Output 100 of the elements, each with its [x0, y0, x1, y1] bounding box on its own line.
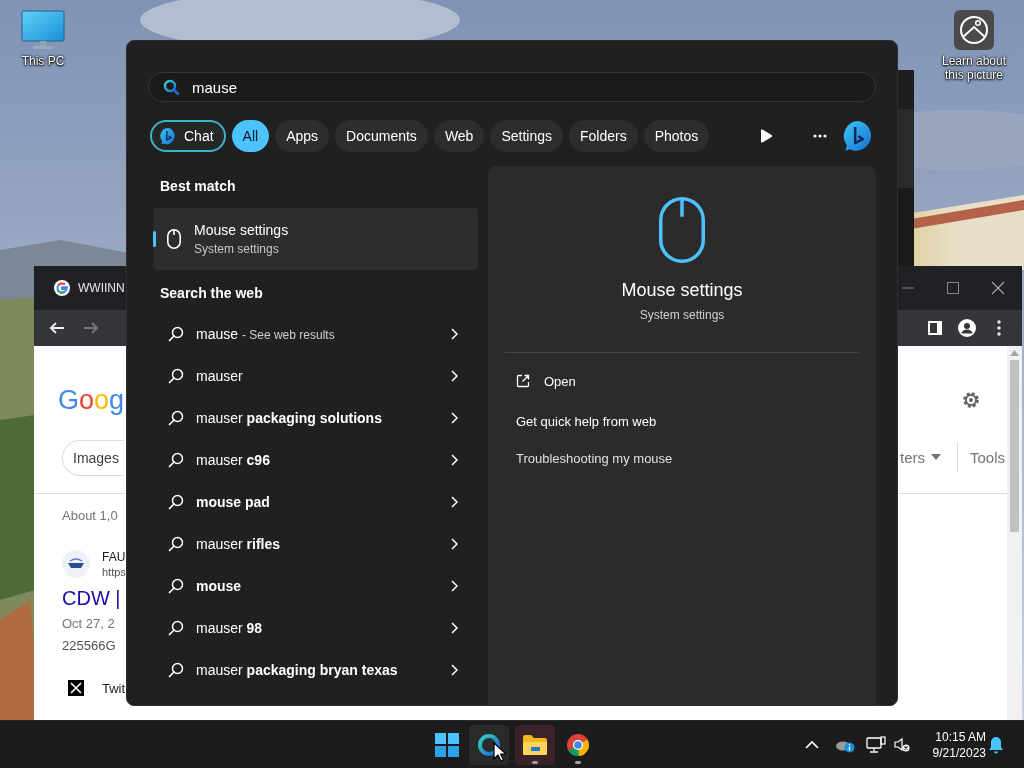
- result-title-link[interactable]: CDW |: [62, 585, 121, 611]
- chevron-right-icon: [451, 664, 458, 676]
- preview-subtitle: System settings: [639, 307, 725, 323]
- landscape-info-icon: [954, 10, 994, 50]
- site-name: FAU: [102, 549, 126, 565]
- web-result[interactable]: mauser packaging solutions: [153, 397, 478, 439]
- network-button[interactable]: [866, 735, 886, 754]
- maximize-button[interactable]: [944, 279, 962, 297]
- web-result[interactable]: mauser packaging bryan texas: [153, 649, 478, 691]
- best-match-item[interactable]: Mouse settings System settings: [153, 208, 478, 270]
- help-heading: Get quick help from web: [516, 414, 657, 430]
- chevron-right-icon: [451, 538, 458, 550]
- search-icon: [168, 620, 184, 636]
- windows-logo-icon: [435, 732, 459, 757]
- close-icon: [991, 281, 1005, 295]
- forward-arrow-icon: [83, 320, 99, 336]
- search-icon: [168, 536, 184, 552]
- filter-tab[interactable]: Apps: [275, 120, 330, 152]
- search-icon: [168, 368, 184, 384]
- result-snippet: 225566G: [62, 637, 116, 655]
- chevron-right-icon: [451, 580, 458, 592]
- side-panel-icon: [927, 320, 943, 336]
- site-name: Twit: [102, 680, 126, 696]
- bell-icon: [988, 735, 1004, 754]
- chevron-right-icon: [451, 328, 458, 340]
- taskbar-app-button[interactable]: [515, 724, 555, 765]
- more-icon: [813, 134, 827, 138]
- search-icon: [168, 494, 184, 510]
- taskbar-app-button[interactable]: [469, 724, 509, 765]
- help-link[interactable]: Troubleshooting my mouse: [516, 451, 673, 467]
- chevron-right-icon: [451, 412, 458, 424]
- person-icon: [958, 319, 976, 337]
- tab-title[interactable]: WWIINN: [78, 281, 125, 295]
- images-chip[interactable]: Images: [62, 440, 124, 476]
- mouse-icon: [659, 197, 705, 263]
- network-monitor-icon: [866, 735, 886, 754]
- chevron-up-icon: [804, 739, 820, 750]
- gear-icon: [960, 389, 982, 411]
- close-button[interactable]: [989, 279, 1007, 297]
- browser-logo-icon: [566, 732, 590, 757]
- search-icon: [168, 662, 184, 678]
- notifications-button[interactable]: [988, 735, 1004, 754]
- search-icon: [168, 452, 184, 468]
- filter-tab[interactable]: Folders: [569, 120, 638, 152]
- result-date: Oct 27, 2: [62, 615, 115, 633]
- result-stats: About 1,0: [62, 507, 118, 525]
- search-icon: [168, 578, 184, 594]
- volume-button[interactable]: [894, 736, 910, 753]
- g-logo-icon: [54, 280, 70, 296]
- web-result[interactable]: mause - See web results: [153, 313, 478, 355]
- mouse-icon: [167, 229, 181, 249]
- search-field[interactable]: mause: [148, 72, 876, 102]
- chat-logo-icon: [160, 127, 178, 145]
- tools-button[interactable]: Tools: [970, 448, 1006, 466]
- web-result[interactable]: mouse: [153, 565, 478, 607]
- filter-tab[interactable]: All: [231, 120, 270, 152]
- open-action[interactable]: Open: [516, 371, 576, 391]
- section-heading: Best match: [160, 178, 236, 194]
- web-result[interactable]: mauser c96: [153, 439, 478, 481]
- clock-date[interactable]: 9/21/2023: [932, 744, 986, 761]
- play-icon: [760, 129, 772, 143]
- ring-icon: [477, 732, 501, 757]
- web-result[interactable]: mauser 98: [153, 607, 478, 649]
- chevron-right-icon: [451, 622, 458, 634]
- search-icon: [168, 410, 184, 426]
- open-external-icon: [516, 374, 530, 388]
- search-icon: [163, 79, 179, 95]
- mouse-pointer-icon: [493, 742, 506, 762]
- filter-tab[interactable]: Chat: [150, 120, 226, 152]
- chevron-right-icon: [451, 370, 458, 382]
- scrollbar[interactable]: [1007, 346, 1022, 720]
- section-heading: Search the web: [160, 285, 263, 301]
- filter-tab[interactable]: Documents: [335, 120, 428, 152]
- web-result[interactable]: mauser: [153, 355, 478, 397]
- side-panel-button[interactable]: [926, 319, 944, 337]
- clock-time[interactable]: 10:15 AM: [935, 728, 986, 745]
- preview-title: Mouse settings: [621, 279, 743, 302]
- x-mark-icon: [68, 680, 84, 696]
- search-logo: Goog: [58, 384, 125, 417]
- site-url: https: [102, 565, 126, 579]
- site-logo-icon: [62, 550, 90, 578]
- filter-tab[interactable]: Web: [433, 120, 485, 152]
- monitor-icon: [21, 10, 65, 50]
- maximize-icon: [947, 282, 959, 294]
- back-arrow-icon: [49, 320, 65, 336]
- web-result[interactable]: mouse pad: [153, 481, 478, 523]
- show-hidden-icons-button[interactable]: [804, 739, 820, 750]
- filter-tab[interactable]: Settings: [490, 120, 563, 152]
- more-vertical-icon: [997, 320, 1001, 336]
- dropdown-caret-icon: [931, 454, 941, 460]
- chevron-right-icon: [451, 454, 458, 466]
- profile-button[interactable]: [958, 319, 976, 337]
- folder-icon: [522, 733, 548, 756]
- filter-tab[interactable]: Photos: [643, 120, 710, 152]
- search-icon: [168, 326, 184, 342]
- chevron-right-icon: [451, 496, 458, 508]
- filters-menu[interactable]: ters: [900, 448, 925, 466]
- scroll-up-icon: [1010, 350, 1019, 356]
- speaker-muted-icon: [894, 736, 910, 753]
- web-result[interactable]: mauser rifles: [153, 523, 478, 565]
